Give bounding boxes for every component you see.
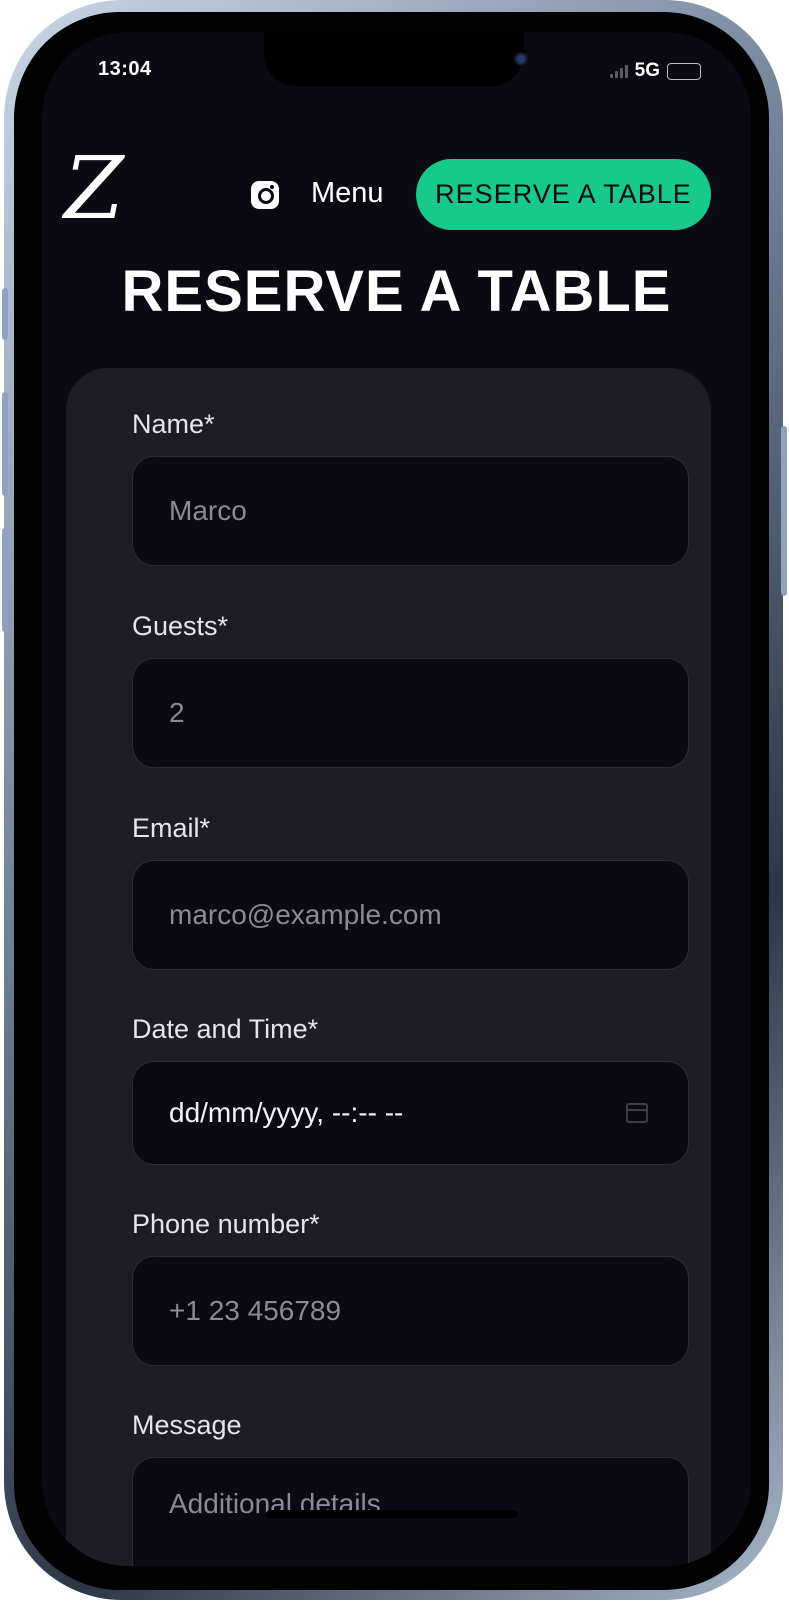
network-type: 5G [634, 60, 660, 81]
menu-link[interactable]: Menu [311, 177, 384, 210]
guests-input[interactable]: 2 [132, 658, 689, 768]
datetime-input[interactable]: dd/mm/yyyy, --:-- -- [132, 1061, 689, 1165]
reservation-form: Name* Marco Guests* 2 Email* marco@examp… [66, 368, 711, 1566]
home-indicator [266, 1510, 518, 1518]
battery-icon [667, 62, 701, 80]
name-input[interactable]: Marco [132, 456, 689, 566]
status-time: 13:04 [98, 58, 152, 80]
calendar-icon[interactable] [626, 1103, 648, 1123]
datetime-label: Date and Time* [132, 1014, 319, 1044]
screen: 13:04 5G Z Menu RESERVE A TABLE RESERVE … [42, 32, 751, 1566]
email-label: Email* [132, 813, 211, 843]
silent-switch [2, 288, 8, 340]
datetime-value: dd/mm/yyyy, --:-- -- [169, 1097, 404, 1128]
reserve-table-button[interactable]: RESERVE A TABLE [416, 159, 711, 230]
phone-input[interactable]: +1 23 456789 [132, 1256, 689, 1366]
email-input[interactable]: marco@example.com [132, 860, 689, 970]
instagram-icon[interactable] [251, 181, 279, 209]
signal-icon [609, 64, 628, 78]
site-logo[interactable]: Z [64, 146, 124, 232]
volume-up-button [2, 392, 8, 496]
volume-down-button [2, 528, 8, 632]
page-title: RESERVE A TABLE [121, 259, 672, 324]
message-label: Message [132, 1410, 242, 1440]
notch [264, 32, 528, 86]
name-label: Name* [132, 409, 215, 439]
guests-label: Guests* [132, 611, 229, 641]
power-button [781, 426, 787, 596]
status-indicators: 5G [609, 60, 701, 82]
front-camera [514, 52, 528, 66]
phone-label: Phone number* [132, 1209, 320, 1239]
